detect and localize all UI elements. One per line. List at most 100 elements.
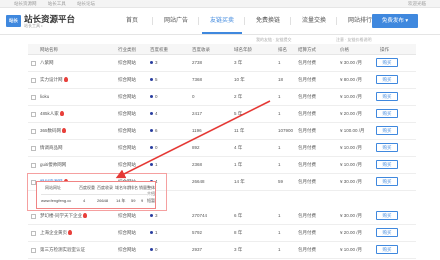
nav-ads[interactable]: 网站广告 (156, 8, 196, 34)
nav-free-exchange[interactable]: 免费换链 (248, 8, 288, 34)
buy-button[interactable]: 购买 (376, 75, 398, 84)
nav-link-trade[interactable]: 友链买卖 (202, 8, 242, 34)
top-link-2[interactable]: 站长工具 (48, 1, 66, 6)
hot-fire-icon (63, 77, 68, 82)
site-name[interactable]: 第三方检测实验室认证 (40, 247, 85, 253)
site-name[interactable]: guiti傻帅网网 (40, 162, 66, 168)
weight-value: 5 (155, 77, 158, 82)
baidu-index: 2738 (192, 60, 203, 65)
site-name[interactable]: 485k人家 (40, 111, 64, 117)
popup-sales: 9 (141, 198, 144, 203)
weight-value: 0 (155, 247, 158, 252)
buy-button[interactable]: 购买 (376, 177, 398, 186)
popup-weight: 4 (83, 198, 86, 203)
site-name-text: 第三方检测实验室认证 (40, 247, 85, 252)
baidu-icon (150, 95, 153, 98)
price: ¥ 20.00 /月 (340, 111, 363, 116)
site-name[interactable]: 情调商品网 (40, 145, 63, 151)
domain-age: 6 年 (234, 213, 243, 218)
nav-divider (290, 17, 291, 25)
buy-button[interactable]: 购买 (376, 160, 398, 169)
rank: 18 (278, 77, 284, 82)
price: ¥ 100.00 /月 (340, 128, 365, 133)
buy-button[interactable]: 购买 (376, 109, 398, 118)
sub-row: 我的友链 · 友链提交 注意 · 友链价格说明 (0, 36, 440, 44)
category: 综合网站 (118, 145, 136, 150)
col-age: 域名年龄 (234, 47, 252, 52)
category: 综合网站 (118, 128, 136, 133)
settle-method: 包月付费 (298, 94, 316, 99)
baidu-icon (150, 129, 153, 132)
baidu-index: 270744 (192, 213, 208, 218)
col-settle: 结算方式 (298, 47, 316, 52)
weight-value: 0 (155, 145, 158, 150)
popup-url[interactable]: www.fengfeng.cc (41, 198, 71, 203)
row-checkbox[interactable] (31, 163, 36, 168)
row-checkbox[interactable] (31, 95, 36, 100)
row-checkbox[interactable] (31, 129, 36, 134)
row-checkbox[interactable] (31, 61, 36, 66)
price: ¥ 20.00 /月 (340, 230, 363, 235)
hot-fire-icon (59, 111, 64, 116)
sub-hint[interactable]: 我的友链 · 友链提交 (256, 37, 292, 43)
row-checkbox[interactable] (31, 146, 36, 151)
baidu-weight: 3 (150, 213, 158, 218)
baidu-index: 5792 (192, 230, 203, 235)
row-checkbox[interactable] (31, 112, 36, 117)
price: ¥ 30.00 /月 (340, 213, 363, 218)
site-name[interactable]: lioku (40, 94, 49, 99)
row-checkbox[interactable] (31, 214, 36, 219)
top-link-3[interactable]: 站长论坛 (77, 1, 95, 6)
popup-head-weight: 百度权重 (79, 185, 95, 190)
price: ¥ 10.00 /月 (340, 247, 363, 252)
buy-button[interactable]: 购买 (376, 211, 398, 220)
buy-button[interactable]: 购买 (376, 58, 398, 67)
domain-age: 8 年 (234, 230, 243, 235)
domain-age: 5 年 (234, 111, 243, 116)
popup-head-age: 域名年龄 (115, 185, 131, 190)
buy-button[interactable]: 购买 (376, 228, 398, 237)
popup-rank: 59 (131, 198, 136, 203)
popup-intro: 短暂 (147, 198, 155, 203)
baidu-weight: 1 (150, 230, 158, 235)
buy-button[interactable]: 购买 (376, 143, 398, 152)
site-name[interactable]: 上海企业黄页 (40, 230, 72, 236)
baidu-weight: 6 (150, 128, 158, 133)
row-checkbox[interactable] (31, 248, 36, 253)
site-name-text: guiti傻帅网网 (40, 162, 67, 167)
popup-age: 14 年 (116, 198, 126, 203)
category: 综合网站 (118, 213, 136, 218)
site-name[interactable]: 实力设计网 (40, 77, 68, 83)
weight-value: 4 (155, 111, 158, 116)
buy-button[interactable]: 购买 (376, 245, 398, 254)
popup-divider (41, 194, 153, 195)
rank: 59 (278, 179, 284, 184)
baidu-icon (150, 163, 153, 166)
col-price: 价格 (340, 47, 349, 52)
nav-traffic-exchange[interactable]: 流量交换 (294, 8, 334, 34)
baidu-weight: 0 (150, 145, 158, 150)
nav-home[interactable]: 首页 (114, 8, 150, 34)
site-logo[interactable]: 站长 站长资源平台 站长工具 • (6, 13, 106, 29)
table-row: 上海企业黄页 综合网站 1 5792 8 年 1 包月付费 ¥ 20.00 /月 购买 (28, 225, 416, 242)
category: 综合网站 (118, 94, 136, 99)
buy-button[interactable]: 购买 (376, 92, 398, 101)
row-checkbox[interactable] (31, 78, 36, 83)
domain-age: 3 年 (234, 247, 243, 252)
site-detail-popup: 网站网址 百度权重 百度收录 域名年龄 排名 销量 整体介绍 www.fengf… (36, 181, 156, 209)
site-header: 站长 站长资源平台 站长工具 • 首页 网站广告 友链买卖 免费换链 流量交换 … (0, 8, 440, 35)
site-name[interactable]: 八紫网 (40, 60, 54, 66)
baidu-weight: 3 (150, 60, 158, 65)
top-link-1[interactable]: 站长资源网 (14, 1, 37, 6)
hot-fire-icon (83, 213, 87, 218)
free-publish-button[interactable]: 免费发布 ▾ (372, 14, 418, 28)
site-name[interactable]: 365数码网 (40, 128, 67, 134)
site-name[interactable]: 梦幻楼-同学天下企业 (40, 213, 87, 219)
weight-value: 1 (155, 162, 158, 167)
sub-tip[interactable]: 注意 · 友链价格说明 (336, 37, 372, 43)
logo-subtitle: 站长工具 • (24, 23, 43, 28)
category: 综合网站 (118, 247, 136, 252)
buy-button[interactable]: 购买 (376, 126, 398, 135)
row-checkbox[interactable] (31, 231, 36, 236)
settle-method: 包月付费 (298, 60, 316, 65)
